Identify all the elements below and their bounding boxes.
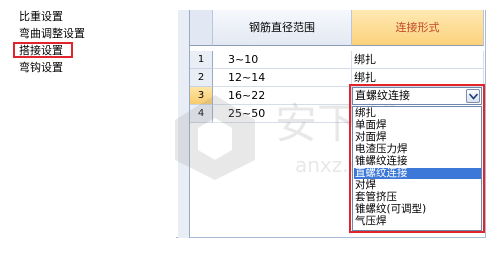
- column-header-connection-type[interactable]: 连接形式: [352, 10, 484, 46]
- nav-item-bend-adjust[interactable]: 弯曲调整设置: [19, 27, 85, 40]
- cell-connection-type[interactable]: 绑扎: [352, 51, 484, 69]
- grid-corner: [190, 10, 213, 46]
- nav-item-density[interactable]: 比重设置: [19, 10, 63, 23]
- cell-diameter-range[interactable]: 3~10: [213, 51, 352, 69]
- row-number[interactable]: 1: [190, 51, 213, 69]
- column-header-diameter-range[interactable]: 钢筋直径范围: [213, 10, 352, 46]
- annotation-highlight-box: [349, 84, 485, 233]
- nav-selection-highlight: [13, 42, 73, 58]
- nav-item-hook-settings[interactable]: 弯钩设置: [19, 61, 63, 74]
